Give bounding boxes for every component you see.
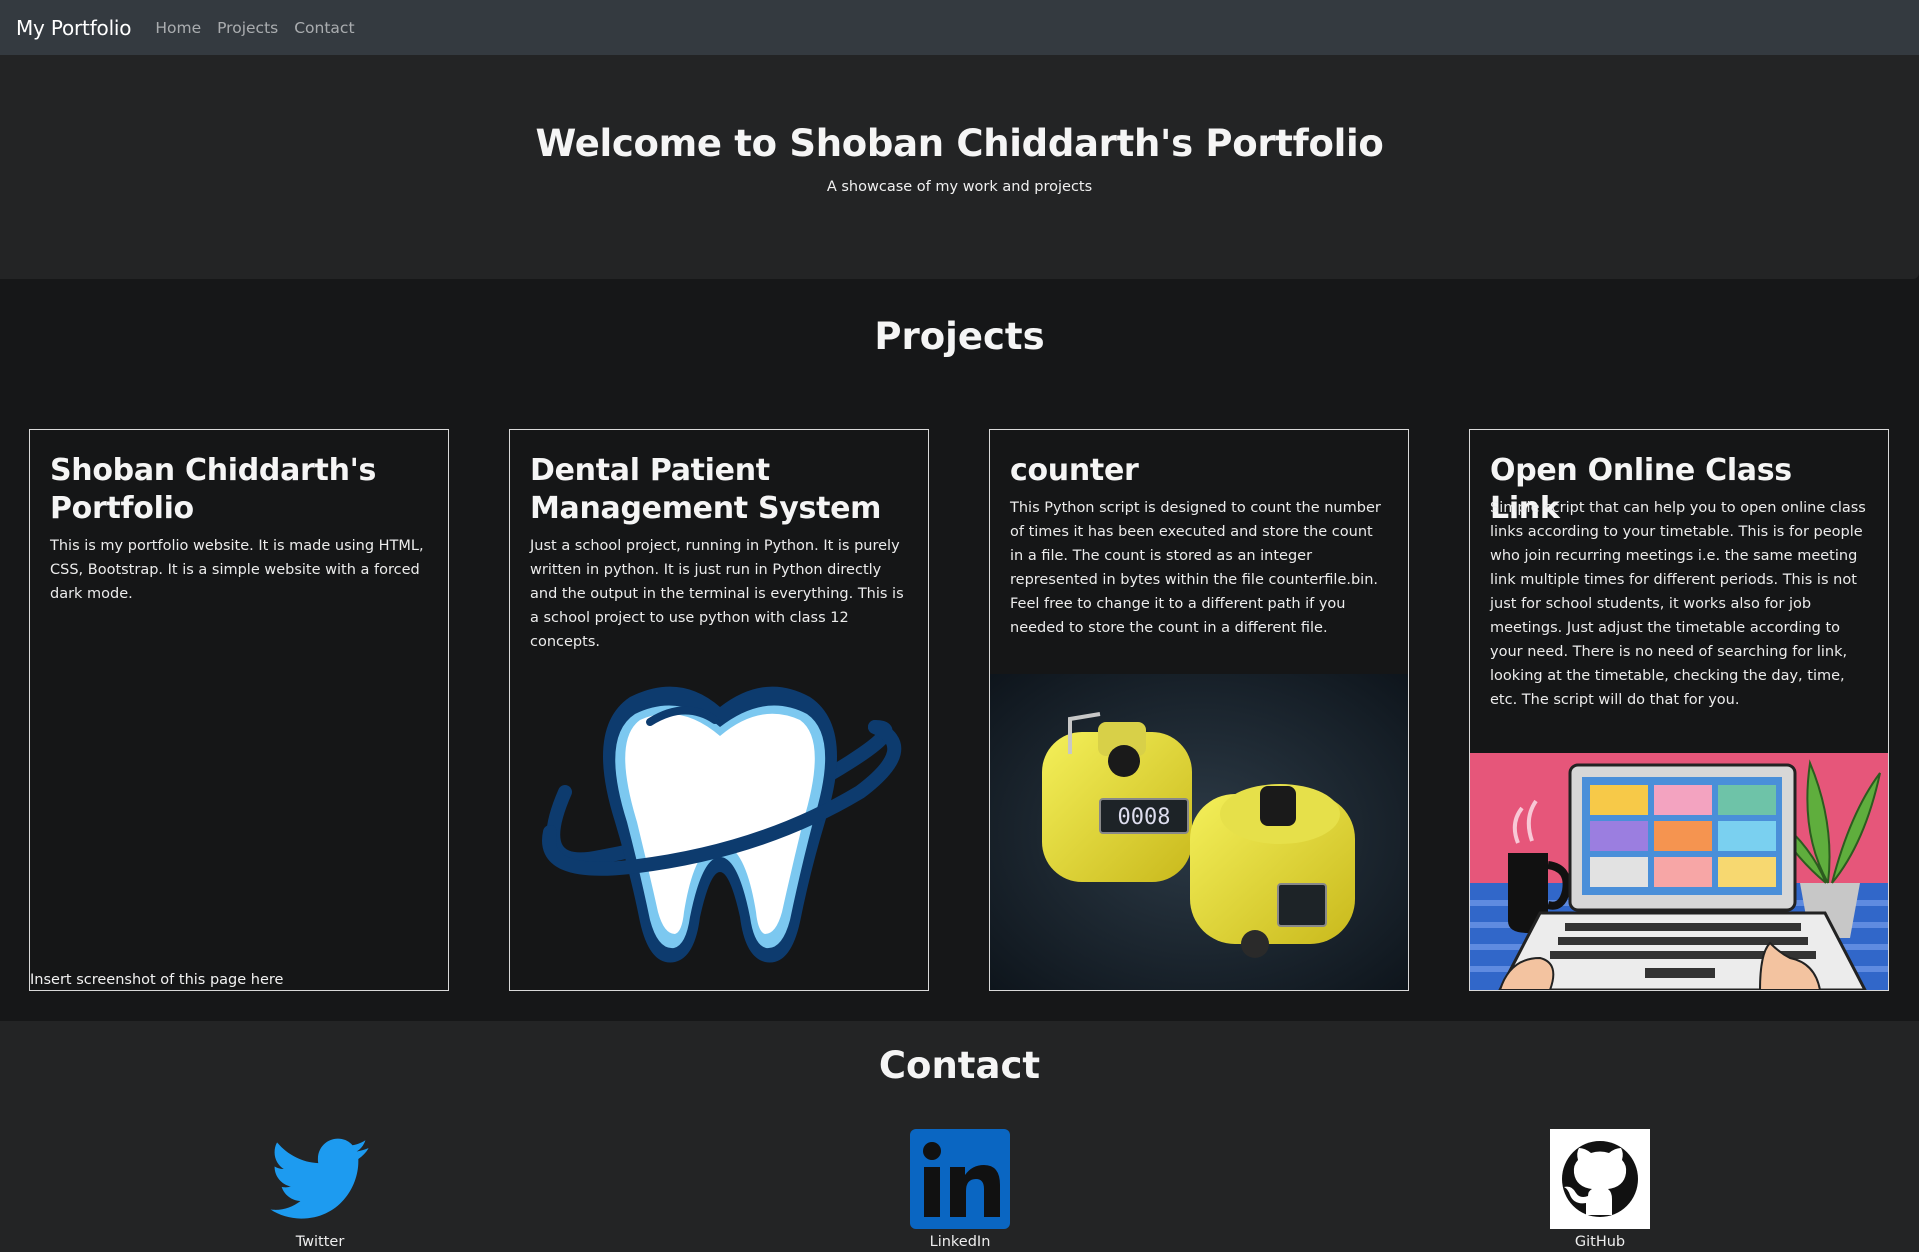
- card-title: counter: [1010, 453, 1139, 488]
- contact-label: GitHub: [1574, 1234, 1626, 1250]
- broken-image-icon: Insert screenshot of this page here: [30, 972, 284, 988]
- svg-text:0008: 0008: [1118, 805, 1171, 830]
- card-title: Shoban Chiddarth's Portfolio: [50, 453, 377, 526]
- nav-link-home[interactable]: Home: [155, 19, 201, 37]
- tooth-logo-icon: [510, 672, 928, 990]
- nav-link-projects[interactable]: Projects: [217, 19, 278, 37]
- card-text: Simple script that can help you to open …: [1490, 500, 1866, 708]
- project-card-dental[interactable]: Dental Patient Management System Just a …: [509, 429, 929, 991]
- contact-label: LinkedIn: [929, 1234, 991, 1250]
- hero-section: Welcome to Shoban Chiddarth's Portfolio …: [0, 55, 1919, 279]
- contact-heading: Contact: [878, 1044, 1041, 1087]
- project-card-portfolio[interactable]: Shoban Chiddarth's Portfolio This is my …: [29, 429, 449, 991]
- hero-subtitle: A showcase of my work and projects: [826, 179, 1093, 195]
- contact-link-linkedin[interactable]: LinkedIn: [860, 1129, 1060, 1250]
- twitter-icon: [270, 1129, 370, 1229]
- project-card-counter[interactable]: counter This Python script is designed t…: [989, 429, 1409, 991]
- tally-counter-photo-icon: 0008: [990, 674, 1408, 990]
- contact-section: Contact Twitter LinkedIn GitHub: [0, 1021, 1919, 1252]
- contact-link-github[interactable]: GitHub: [1500, 1129, 1700, 1250]
- linkedin-icon: [910, 1129, 1010, 1229]
- contact-link-twitter[interactable]: Twitter: [220, 1129, 420, 1250]
- card-text: This Python script is designed to count …: [1010, 500, 1381, 636]
- card-title: Dental Patient Management System: [530, 453, 882, 526]
- card-text: This is my portfolio website. It is made…: [50, 538, 424, 602]
- navbar-brand[interactable]: My Portfolio: [16, 16, 132, 40]
- nav-link-contact[interactable]: Contact: [294, 19, 354, 37]
- projects-heading: Projects: [874, 315, 1045, 358]
- hero-title: Welcome to Shoban Chiddarth's Portfolio: [535, 122, 1384, 165]
- github-icon: [1550, 1129, 1650, 1229]
- video-call-illustration-icon: [1470, 753, 1888, 990]
- navbar: My Portfolio Home Projects Contact: [0, 0, 1919, 55]
- projects-section: Projects Shoban Chiddarth's Portfolio Th…: [0, 279, 1919, 1021]
- card-text: Just a school project, running in Python…: [530, 538, 904, 650]
- contact-label: Twitter: [295, 1234, 345, 1250]
- project-card-online-class[interactable]: Open Online Class Link Simple script tha…: [1469, 429, 1889, 991]
